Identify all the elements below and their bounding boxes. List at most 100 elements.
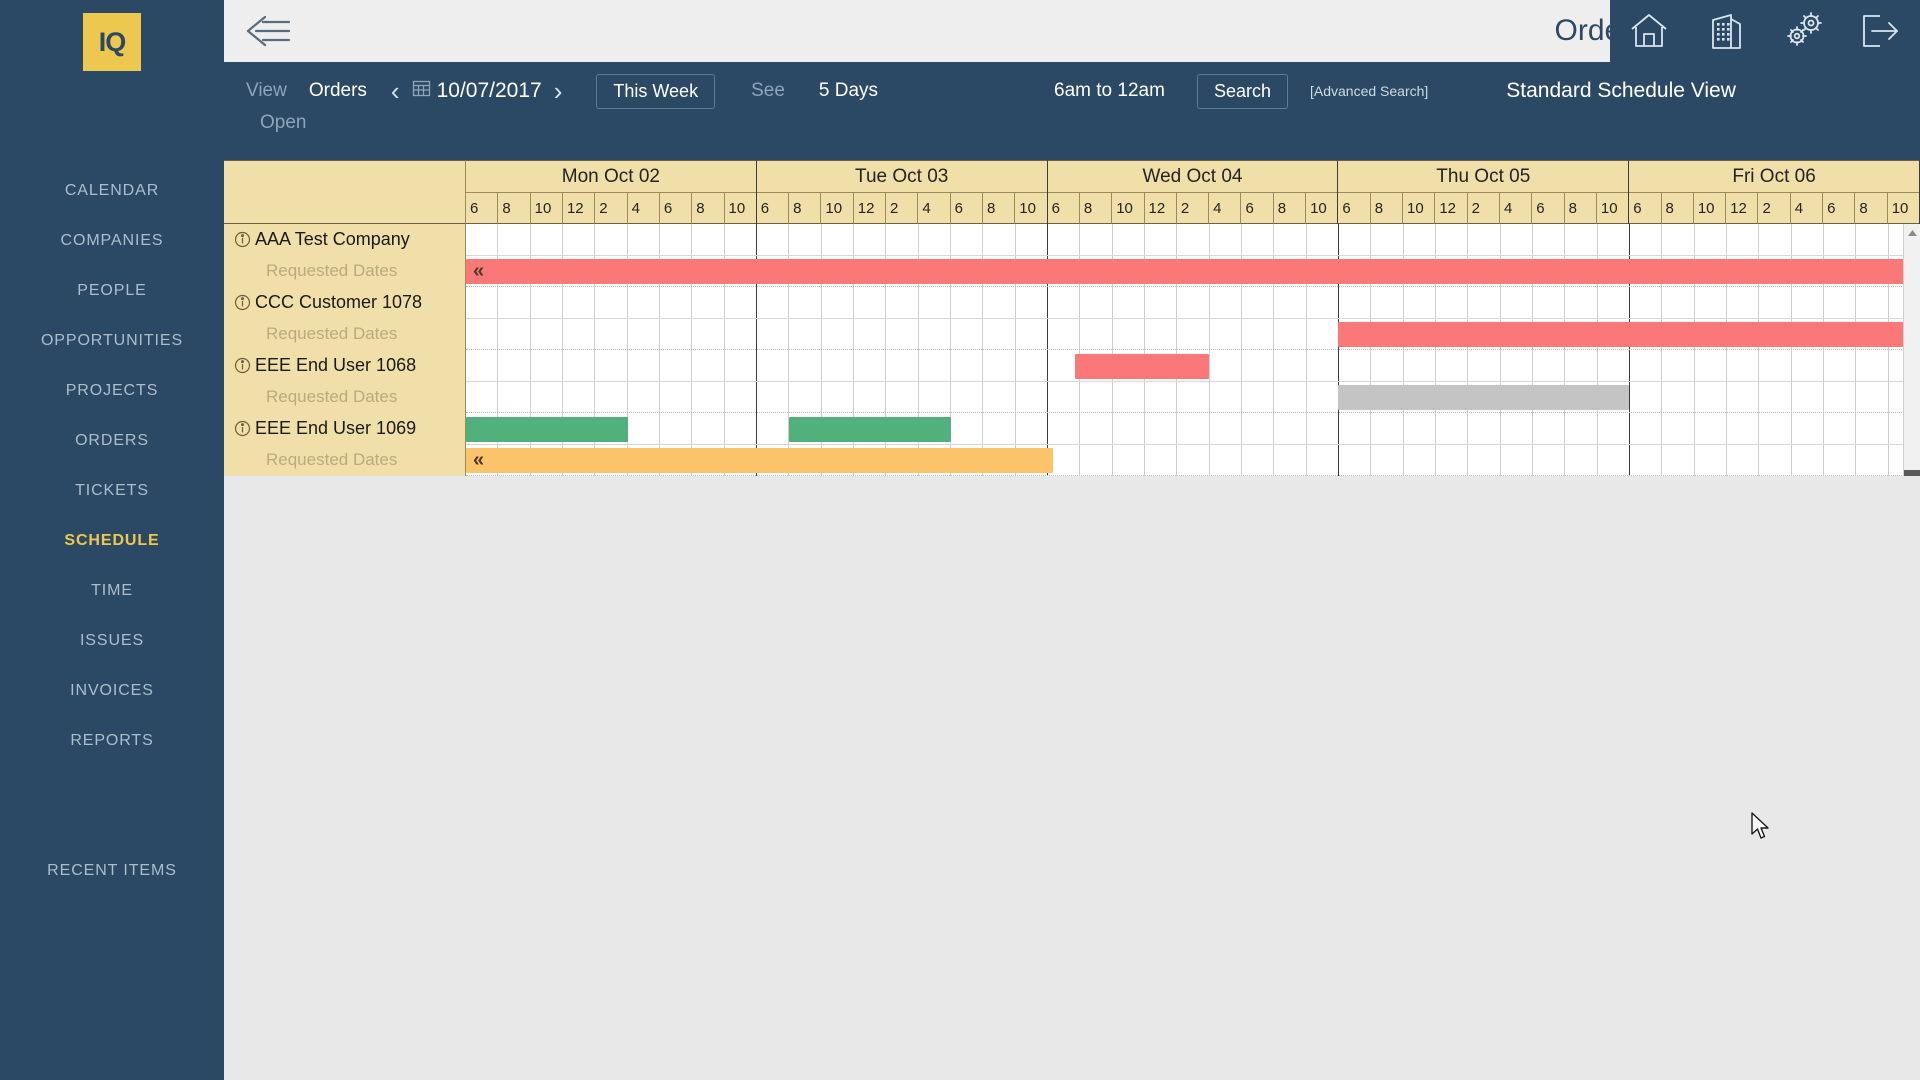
advanced-search-link[interactable]: [Advanced Search] <box>1296 83 1442 99</box>
hour-tick: 10 <box>1887 193 1919 224</box>
gantt-grid: «« <box>466 224 1920 476</box>
gantt-row-label[interactable]: CCC Customer 1078 <box>224 287 465 319</box>
sidebar-item-people[interactable]: PEOPLE <box>0 266 224 316</box>
hour-tick: 4 <box>1209 193 1242 224</box>
sidebar-item-reports[interactable]: REPORTS <box>0 716 224 766</box>
this-week-button[interactable]: This Week <box>596 73 716 109</box>
row-label-text: CCC Customer 1078 <box>255 292 423 313</box>
info-icon[interactable] <box>234 294 251 311</box>
header-icon-group <box>1610 0 1920 62</box>
gantt-bar[interactable]: « <box>466 448 1054 473</box>
schedule-toolbar: View Orders ‹ 10/07/2017 › This Week See… <box>224 62 1920 160</box>
hour-tick: 2 <box>1467 193 1500 224</box>
hour-tick: 6 <box>1629 193 1662 224</box>
hour-tick: 6 <box>1047 193 1080 224</box>
day-column-header: Thu Oct 05 6 8 10 12 2 4 6 8 10 <box>1338 160 1630 224</box>
gantt-row-label[interactable]: EEE End User 1069 <box>224 413 465 445</box>
hour-tick: 8 <box>789 193 822 224</box>
day-column-header: Fri Oct 06 6 8 10 12 2 4 6 8 10 <box>1629 160 1920 224</box>
gantt-row-label[interactable]: EEE End User 1068 <box>224 350 465 382</box>
scroll-up-arrow-icon[interactable] <box>1904 224 1920 241</box>
day-label: Wed Oct 04 <box>1047 161 1338 193</box>
gantt-body: AAA Test Company Requested Dates CCC Custo… <box>224 224 1920 476</box>
search-button[interactable]: Search <box>1196 73 1288 109</box>
bar-overflow-chevron-icon: « <box>473 449 484 471</box>
hour-tick: 2 <box>886 193 919 224</box>
building-icon[interactable] <box>1695 0 1757 62</box>
sidebar-nav: CALENDAR COMPANIES PEOPLE OPPORTUNITIES PROJ… <box>0 166 224 766</box>
day-label: Fri Oct 06 <box>1629 161 1919 193</box>
sidebar-item-orders[interactable]: ORDERS <box>0 416 224 466</box>
day-column-header: Mon Oct 02 6 8 10 12 2 4 6 8 10 <box>466 160 757 224</box>
open-filter-label[interactable]: Open <box>260 112 306 133</box>
days-value[interactable]: 5 Days <box>807 80 890 102</box>
hour-tick: 2 <box>595 193 628 224</box>
hour-tick: 10 <box>1015 193 1047 224</box>
back-arrow-icon[interactable] <box>224 0 314 62</box>
row-label-text: AAA Test Company <box>255 229 410 250</box>
sidebar-item-calendar[interactable]: CALENDAR <box>0 166 224 216</box>
hour-tick: 8 <box>692 193 725 224</box>
hour-tick-row: 6 8 10 12 2 4 6 8 10 <box>1338 193 1629 224</box>
sidebar-item-opportunities[interactable]: OPPORTUNITIES <box>0 316 224 366</box>
gantt-row-label[interactable]: AAA Test Company <box>224 224 465 256</box>
hour-tick: 4 <box>1790 193 1824 224</box>
sidebar-item-companies[interactable]: COMPANIES <box>0 216 224 266</box>
sidebar-item-invoices[interactable]: INVOICES <box>0 666 224 716</box>
calendar-icon[interactable] <box>412 79 431 103</box>
info-icon[interactable] <box>234 357 251 374</box>
gantt-subrow-label: Requested Dates <box>266 261 398 281</box>
hour-tick: 6 <box>756 193 790 224</box>
gantt-bar[interactable] <box>1338 322 1920 347</box>
sidebar-item-issues[interactable]: ISSUES <box>0 616 224 666</box>
gantt-bar[interactable] <box>1338 385 1630 410</box>
vertical-scrollbar[interactable] <box>1903 224 1920 476</box>
hour-tick: 12 <box>1144 193 1177 224</box>
sidebar-item-projects[interactable]: PROJECTS <box>0 366 224 416</box>
gantt-subrow-label: Requested Dates <box>266 450 398 470</box>
prev-date-button[interactable]: ‹ <box>379 76 412 107</box>
gantt-bar[interactable] <box>789 416 951 442</box>
time-range-value[interactable]: 6am to 12am <box>1040 80 1179 102</box>
top-bar: Order Schedule Overview <box>224 0 1920 62</box>
gantt-bar[interactable] <box>466 416 628 442</box>
sidebar-item-time[interactable]: TIME <box>0 566 224 616</box>
hour-tick: 10 <box>1403 193 1436 224</box>
info-icon[interactable] <box>234 231 251 248</box>
hour-tick: 10 <box>1306 193 1338 224</box>
hour-tick: 6 <box>1823 193 1856 224</box>
gantt-bar[interactable] <box>1074 353 1210 379</box>
logout-icon[interactable] <box>1850 0 1912 62</box>
gantt-bar[interactable]: « <box>466 259 1920 284</box>
gears-icon[interactable] <box>1773 0 1835 62</box>
gantt-chart: Mon Oct 02 6 8 10 12 2 4 6 8 10 Tue Oct 03 6 8 10 12 2 4… <box>224 160 1920 476</box>
view-value-orders[interactable]: Orders <box>297 80 379 102</box>
sidebar-item-tickets[interactable]: TICKETS <box>0 466 224 516</box>
hour-tick: 6 <box>1338 193 1371 224</box>
hour-tick: 8 <box>1273 193 1307 224</box>
hour-tick: 12 <box>1726 193 1759 224</box>
hour-tick: 10 <box>1596 193 1629 224</box>
hour-tick: 6 <box>466 193 499 224</box>
hour-tick: 6 <box>1241 193 1274 224</box>
day-label: Thu Oct 05 <box>1338 161 1629 193</box>
gantt-corner-cell <box>224 160 466 224</box>
gantt-bars-layer: «« <box>466 224 1920 476</box>
date-field[interactable]: 10/07/2017 <box>437 79 542 103</box>
home-icon[interactable] <box>1618 0 1680 62</box>
row-label-text: EEE End User 1069 <box>255 418 417 439</box>
app-logo[interactable]: IQ <box>83 13 141 71</box>
hour-tick: 12 <box>562 193 596 224</box>
hour-tick-row: 6 8 10 12 2 4 6 8 10 <box>466 193 756 224</box>
gantt-subrow-label: Requested Dates <box>266 387 398 407</box>
hour-tick: 6 <box>1532 193 1565 224</box>
hour-tick: 4 <box>1499 193 1533 224</box>
day-column-header: Tue Oct 03 6 8 10 12 2 4 6 8 10 <box>756 160 1048 224</box>
schedule-view-selector[interactable]: Standard Schedule View <box>1492 79 1750 103</box>
day-label: Tue Oct 03 <box>756 161 1047 193</box>
sidebar-item-schedule[interactable]: SCHEDULE <box>0 516 224 566</box>
sidebar-item-recent-items[interactable]: RECENT ITEMS <box>0 862 224 880</box>
hour-tick: 8 <box>1855 193 1888 224</box>
next-date-button[interactable]: › <box>542 76 575 107</box>
info-icon[interactable] <box>234 420 251 437</box>
